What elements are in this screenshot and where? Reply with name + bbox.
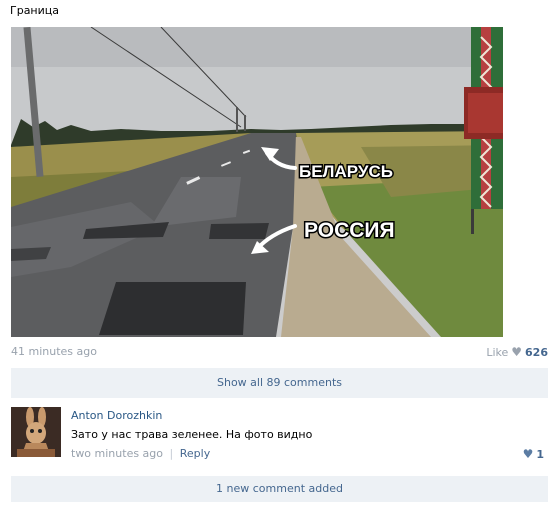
belarus-label: БЕЛАРУСЬ (299, 162, 393, 181)
avatar[interactable] (11, 407, 61, 457)
like-label: Like (486, 345, 509, 359)
like-button[interactable]: Like ♥ 626 (486, 345, 548, 359)
post-photo[interactable]: БЕЛАРУСЬ РОССИЯ (11, 27, 503, 337)
separator: | (169, 447, 174, 460)
post-meta: 41 minutes ago Like ♥ 626 (11, 345, 548, 361)
show-all-comments-button[interactable]: Show all 89 comments (11, 368, 548, 398)
comment-author[interactable]: Anton Dorozhkin (71, 409, 162, 422)
comment-text: Зато у нас трава зеленее. На фото видно (71, 428, 313, 441)
comment-footer: two minutes ago | Reply (71, 447, 210, 460)
reply-button[interactable]: Reply (180, 447, 210, 460)
russia-label: РОССИЯ (304, 219, 395, 242)
heart-icon: ♥ (522, 447, 534, 461)
comment-like-button[interactable]: ♥ 1 (523, 447, 544, 461)
like-count: 626 (525, 345, 548, 359)
comment-time[interactable]: two minutes ago (71, 447, 163, 460)
comment-like-count: 1 (536, 447, 544, 461)
new-comment-added-button[interactable]: 1 new comment added (11, 476, 548, 502)
comment-item: Anton Dorozhkin Зато у нас трава зеленее… (11, 406, 548, 468)
post-time[interactable]: 41 minutes ago (11, 345, 97, 358)
heart-icon: ♥ (511, 345, 523, 359)
post-title: Граница (10, 4, 60, 17)
